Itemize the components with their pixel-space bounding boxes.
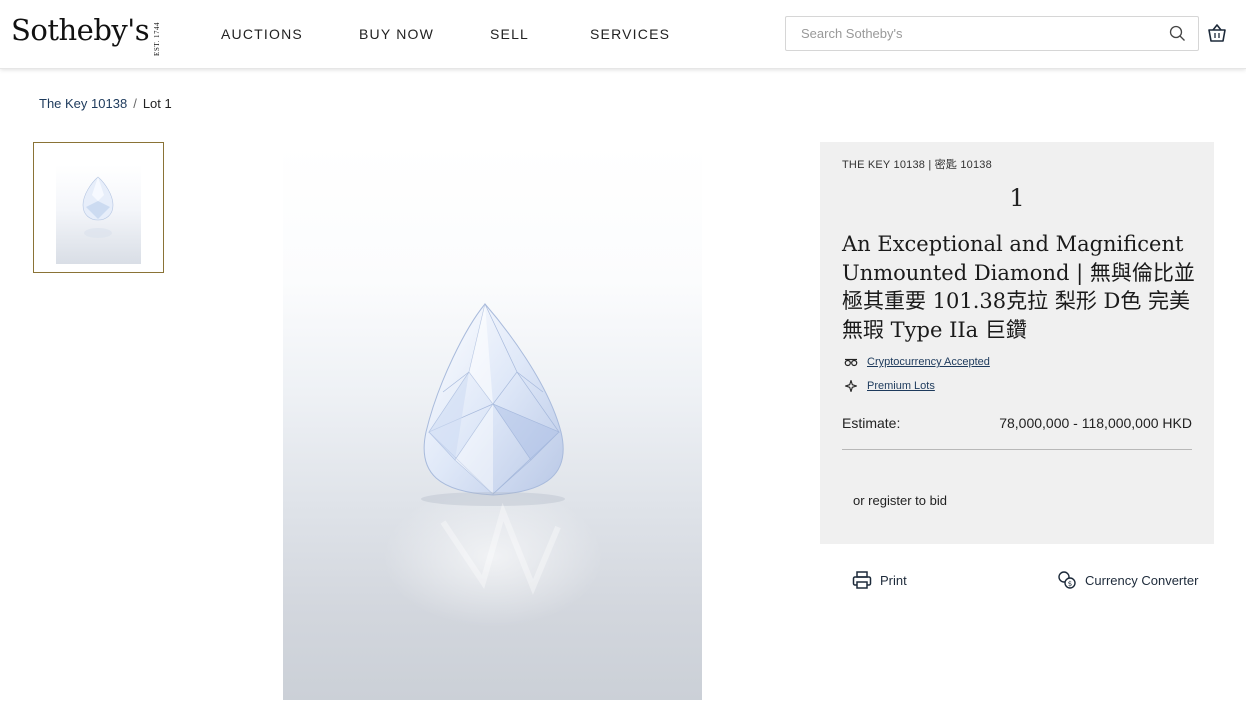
crypto-icon — [844, 358, 858, 367]
sparkle-icon — [844, 380, 858, 392]
lot-title: An Exceptional and Magnificent Unmounted… — [842, 232, 1195, 342]
breadcrumb-auction-link[interactable]: The Key 10138 — [39, 96, 127, 111]
currency-converter-button[interactable]: $ Currency Converter — [1057, 570, 1198, 590]
lot-thumbnail[interactable] — [33, 142, 164, 273]
nav-auctions[interactable]: AUCTIONS — [221, 26, 303, 42]
breadcrumb-current-lot: Lot 1 — [142, 96, 172, 111]
feature-premium-lots: Premium Lots — [844, 380, 935, 392]
print-button[interactable]: Print — [852, 570, 907, 590]
shopping-bag-icon[interactable] — [1207, 23, 1227, 43]
logo-text: Sotheby's — [11, 13, 150, 47]
feature-cryptocurrency: Cryptocurrency Accepted — [844, 356, 990, 368]
diamond-image — [383, 302, 603, 627]
search-icon[interactable] — [1169, 25, 1186, 42]
estimate-value: 78,000,000 - 118,000,000 HKD — [999, 415, 1192, 431]
search-input[interactable] — [786, 17, 1156, 50]
svg-text:$: $ — [1068, 580, 1072, 588]
estimate-label: Estimate: — [842, 415, 901, 431]
breadcrumb: The Key 10138 / Lot 1 — [39, 96, 172, 111]
breadcrumb-separator: / — [133, 96, 137, 111]
register-to-bid-link[interactable]: or register to bid — [853, 493, 947, 508]
site-header: Sotheby's EST. 1744 AUCTIONS BUY NOW SEL… — [0, 0, 1246, 69]
auction-label: THE KEY 10138 | 密匙 10138 — [842, 159, 992, 171]
estimate-divider — [842, 449, 1192, 450]
printer-icon — [852, 571, 872, 589]
nav-buy-now[interactable]: BUY NOW — [359, 26, 434, 42]
lot-details-panel: THE KEY 10138 | 密匙 10138 1 An Exceptiona… — [820, 142, 1214, 544]
currency-exchange-icon: $ — [1058, 571, 1076, 589]
sothebys-logo[interactable]: Sotheby's EST. 1744 — [11, 12, 161, 56]
search-box — [785, 16, 1199, 51]
main-lot-image[interactable] — [283, 142, 702, 700]
currency-converter-label: Currency Converter — [1085, 572, 1199, 588]
logo-est-mark: EST. 1744 — [153, 22, 162, 56]
nav-sell[interactable]: SELL — [490, 26, 529, 42]
lot-number: 1 — [1009, 184, 1025, 212]
premium-lots-link[interactable]: Premium Lots — [867, 380, 935, 392]
thumbnail-image — [56, 165, 141, 264]
nav-services[interactable]: SERVICES — [590, 26, 670, 42]
cryptocurrency-accepted-link[interactable]: Cryptocurrency Accepted — [867, 356, 990, 368]
print-label: Print — [880, 572, 907, 588]
